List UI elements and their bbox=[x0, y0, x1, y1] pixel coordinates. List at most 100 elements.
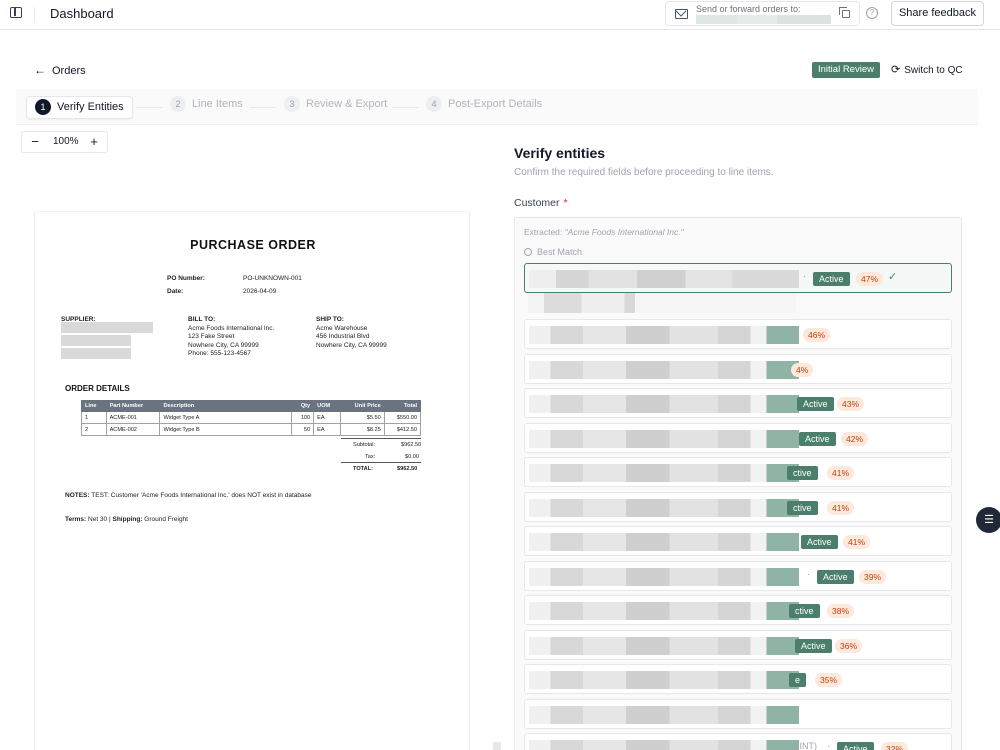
step-connector bbox=[250, 107, 276, 108]
customer-match-row[interactable]: e 35% bbox=[524, 664, 952, 694]
list-icon[interactable]: ☰ bbox=[976, 507, 1000, 533]
customer-match-row[interactable]: · Active 47% ✓ bbox=[524, 263, 952, 293]
col-header: Part Number bbox=[105, 400, 161, 412]
customer-name-redacted bbox=[529, 395, 799, 413]
supplier-redacted bbox=[61, 348, 131, 359]
step-label: Review & Export bbox=[306, 98, 388, 110]
notes: NOTES: TEST: Customer 'Acme Foods Intern… bbox=[65, 492, 311, 501]
status-badge: ctive bbox=[787, 501, 818, 515]
cell: EA bbox=[313, 411, 341, 424]
status-badge: Active bbox=[795, 639, 832, 653]
customer-name-redacted bbox=[529, 740, 799, 750]
customer-match-row[interactable]: · Active 42% bbox=[524, 423, 952, 453]
back-to-orders-link[interactable]: ← Orders bbox=[34, 63, 86, 77]
cell: ACME-001 bbox=[105, 411, 161, 424]
step-number: 1 bbox=[35, 99, 51, 115]
sidebar-toggle-icon[interactable] bbox=[10, 7, 22, 18]
col-header: Description bbox=[159, 400, 293, 412]
status-badge: ctive bbox=[789, 604, 820, 618]
tax-value: $0.00 bbox=[405, 454, 419, 460]
bill-to-line: Acme Foods International Inc. bbox=[188, 324, 275, 332]
supplier-redacted bbox=[61, 322, 153, 333]
step-verify-entities[interactable]: 1 Verify Entities bbox=[26, 96, 133, 119]
step-line-items[interactable]: 2 Line Items bbox=[170, 96, 243, 119]
customer-name-redacted bbox=[529, 270, 799, 288]
step-label: Post-Export Details bbox=[448, 98, 543, 110]
customer-match-row[interactable]: ctive 38% bbox=[524, 595, 952, 625]
match-score: 42% bbox=[841, 432, 869, 446]
customer-name-redacted bbox=[529, 706, 799, 724]
cell: $5.50 bbox=[339, 411, 385, 424]
customer-match-row[interactable]: ctive 41% bbox=[524, 457, 952, 487]
step-label: Line Items bbox=[192, 98, 243, 110]
customer-match-row[interactable]: · Active 41% bbox=[524, 526, 952, 556]
separator-dot: · bbox=[787, 396, 791, 407]
zoom-control: − 100% + bbox=[21, 131, 108, 153]
customer-field-label: Customer * bbox=[514, 197, 568, 209]
bill-to-line: Phone: 555-123-4567 bbox=[188, 350, 251, 357]
customer-name-suffix: NINT) bbox=[793, 741, 817, 750]
match-score: 43% bbox=[837, 397, 865, 411]
copy-icon[interactable] bbox=[839, 7, 850, 18]
extracted-text: "Acme Foods International Inc." bbox=[564, 227, 684, 237]
search-icon bbox=[524, 248, 532, 256]
forward-email-redacted bbox=[696, 15, 831, 24]
table-row: 1 ACME-001 Widget Type A 100 EA $5.50 $5… bbox=[81, 411, 422, 424]
switch-to-qc-button[interactable]: ⟳ Switch to QC bbox=[891, 63, 963, 76]
customer-match-row[interactable]: 4% bbox=[524, 354, 952, 384]
customer-name-redacted bbox=[529, 637, 799, 655]
col-header: Total bbox=[383, 400, 422, 412]
mail-icon bbox=[675, 9, 688, 19]
step-connector bbox=[136, 107, 162, 108]
match-score: 47% bbox=[856, 272, 884, 286]
step-review-export[interactable]: 3 Review & Export bbox=[284, 96, 387, 119]
customer-name-redacted bbox=[529, 568, 799, 586]
zoom-out-button[interactable]: − bbox=[27, 134, 43, 150]
customer-match-row[interactable]: · Active 39% bbox=[524, 561, 952, 591]
match-score: 38% bbox=[827, 604, 855, 618]
help-icon[interactable]: ? bbox=[866, 7, 878, 19]
stepper: 1 Verify Entities 2 Line Items 3 Review & E… bbox=[16, 89, 978, 125]
page-title: Dashboard bbox=[50, 6, 114, 21]
step-number: 4 bbox=[426, 96, 442, 112]
separator-dot: · bbox=[789, 431, 793, 442]
ship-to-label: SHIP TO: bbox=[316, 316, 344, 323]
back-link-label: Orders bbox=[52, 65, 86, 77]
customer-name-redacted bbox=[529, 464, 799, 482]
step-post-export-details[interactable]: 4 Post-Export Details bbox=[426, 96, 542, 119]
cell: ACME-002 bbox=[105, 423, 161, 436]
bill-to-line: 123 Fake Street bbox=[188, 333, 235, 340]
cell: Widget Type B bbox=[159, 423, 293, 436]
zoom-in-button[interactable]: + bbox=[86, 134, 102, 150]
customer-match-row[interactable]: NINT) · Active 32% bbox=[524, 733, 952, 750]
top-bar: Dashboard Send or forward orders to: ? S… bbox=[0, 0, 1000, 30]
cell: 100 bbox=[291, 411, 315, 424]
subtotal-value: $962.50 bbox=[401, 442, 422, 448]
switch-to-qc-label: Switch to QC bbox=[904, 65, 963, 76]
tax-label: Tax: bbox=[365, 454, 376, 460]
customer-label-text: Customer bbox=[514, 197, 560, 209]
status-badge: Initial Review bbox=[812, 62, 880, 78]
customer-match-row[interactable]: · Active 43% bbox=[524, 388, 952, 418]
share-feedback-button[interactable]: Share feedback bbox=[891, 1, 984, 26]
dropdown-overlay bbox=[528, 293, 796, 313]
best-match-label: Best Match bbox=[537, 247, 583, 257]
forward-email-box: Send or forward orders to: bbox=[665, 1, 860, 26]
panel-title: Verify entities bbox=[514, 145, 606, 161]
customer-match-row[interactable] bbox=[524, 699, 952, 729]
notes-text: TEST: Customer 'Acme Foods International… bbox=[91, 492, 312, 499]
customer-match-row[interactable]: ctive 41% bbox=[524, 492, 952, 522]
status-badge: Active bbox=[813, 272, 850, 286]
customer-match-row[interactable]: · Active 36% bbox=[524, 630, 952, 660]
date-label: Date: bbox=[167, 288, 184, 295]
supplier-redacted bbox=[61, 335, 131, 346]
ship-to-line: Nowhere City, CA 99999 bbox=[316, 341, 387, 349]
totals-rule bbox=[341, 462, 421, 463]
match-score: 36% bbox=[835, 639, 863, 653]
resize-handle[interactable] bbox=[493, 742, 501, 750]
customer-match-row[interactable]: 46% bbox=[524, 319, 952, 349]
cell: Widget Type A bbox=[159, 411, 293, 424]
step-number: 3 bbox=[284, 96, 300, 112]
status-badge: Active bbox=[837, 742, 874, 750]
col-header: UOM bbox=[313, 400, 341, 412]
